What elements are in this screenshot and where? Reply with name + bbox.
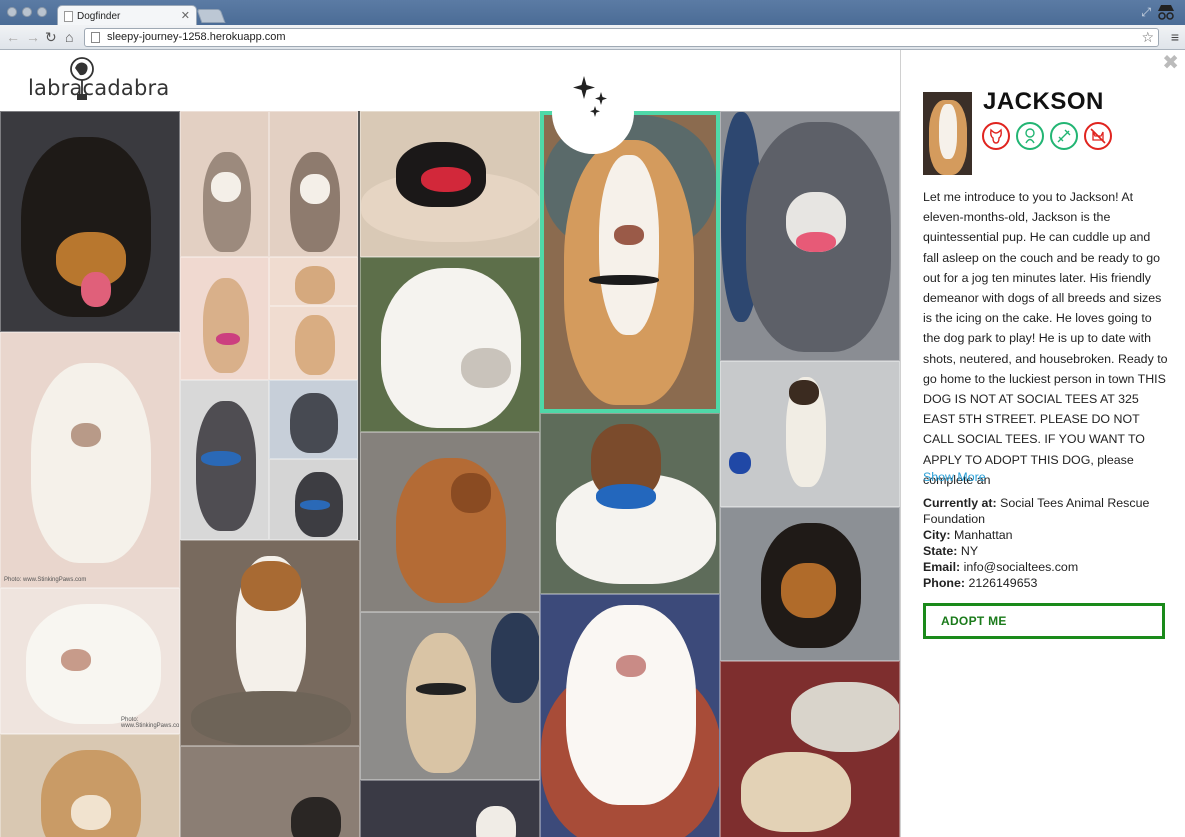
dog-photo-tile[interactable] (269, 257, 358, 306)
house-trained-icon (1050, 122, 1078, 150)
dog-photo-tile[interactable]: Photo: www.StinkingPaws.com (0, 332, 180, 588)
dog-photo-tile[interactable] (720, 661, 900, 837)
close-window-button[interactable] (7, 7, 17, 17)
tab-strip: Dogfinder ✕ ⤢ (0, 0, 1185, 26)
home-button[interactable]: ⌂ (65, 29, 73, 45)
city-value: Manhattan (954, 528, 1013, 542)
close-panel-icon[interactable]: ✖ (1162, 53, 1179, 73)
dog-photo-tile[interactable] (720, 361, 900, 507)
sparkle-icon (573, 76, 607, 117)
dog-photo-tile[interactable] (269, 380, 358, 459)
email-value[interactable]: info@socialtees.com (964, 560, 1079, 574)
dog-description: Let me introduce to you to Jackson! At e… (923, 190, 1168, 487)
show-more-link[interactable]: Show More (923, 470, 986, 484)
dog-photo-tile[interactable] (0, 111, 180, 332)
city-label: City: (923, 528, 951, 542)
dog-contact-info: Currently at: Social Tees Animal Rescue … (923, 495, 1173, 591)
minimize-window-button[interactable] (22, 7, 32, 17)
state-label: State: (923, 544, 958, 558)
tab-dogfinder[interactable]: Dogfinder ✕ (57, 5, 197, 26)
page: labracadabra Photo: www.StinkingPaws.com… (0, 50, 1185, 837)
phone-row: Phone: 2126149653 (923, 575, 1173, 591)
tab-title: Dogfinder (77, 11, 121, 22)
shuffle-sparkle-button[interactable] (552, 72, 634, 154)
site-header: labracadabra (0, 50, 900, 111)
adopt-me-button[interactable]: ADOPT ME (923, 603, 1165, 639)
photo-credit: Photo: www.StinkingPaws.com (4, 577, 87, 583)
state-row: State: NY (923, 543, 1173, 559)
zoom-window-button[interactable] (37, 7, 47, 17)
dog-photo-tile[interactable] (180, 380, 269, 540)
page-icon (64, 11, 73, 22)
dog-photo-tile[interactable] (360, 780, 540, 837)
dog-photo-tile[interactable] (180, 257, 269, 380)
dog-photo-tile[interactable] (540, 594, 720, 837)
incognito-icon (1158, 5, 1174, 20)
email-row: Email: info@socialtees.com (923, 559, 1173, 575)
no-cats-icon (1084, 122, 1112, 150)
state-value: NY (960, 544, 979, 558)
phone-value[interactable]: 2126149653 (968, 576, 1037, 590)
phone-label: Phone: (923, 576, 965, 590)
close-tab-icon[interactable]: ✕ (181, 9, 190, 22)
dog-photo-tile[interactable] (720, 507, 900, 661)
location-row: Currently at: Social Tees Animal Rescue … (923, 495, 1173, 527)
browser-chrome: Dogfinder ✕ ⤢ ← → ↻ ⌂ sleepy-journey-125… (0, 0, 1185, 50)
dog-photo-tile[interactable] (0, 734, 180, 837)
forward-button[interactable]: → (26, 29, 40, 45)
fullscreen-icon[interactable]: ⤢ (1141, 5, 1151, 20)
back-button[interactable]: ← (6, 29, 20, 45)
dog-detail-panel: ✖ JACKSON Let me introduce to you to Jac… (900, 50, 1185, 837)
dog-photo-tile[interactable] (360, 111, 540, 257)
dog-photo-tile[interactable] (540, 413, 720, 594)
dog-thumbnail[interactable] (923, 92, 972, 175)
bookmark-star-icon[interactable]: ☆ (1141, 29, 1154, 46)
photo-credit: Photo: www.StinkingPaws.com (121, 717, 180, 729)
site-logo[interactable]: labracadabra (28, 76, 169, 100)
dog-photo-tile[interactable] (269, 306, 358, 380)
reload-button[interactable]: ↻ (45, 29, 57, 45)
address-bar[interactable]: sleepy-journey-1258.herokuapp.com ☆ (84, 28, 1159, 47)
dog-photo-tile[interactable] (269, 111, 358, 257)
city-row: City: Manhattan (923, 527, 1173, 543)
dog-photo-tile[interactable] (180, 111, 269, 257)
url-text: sleepy-journey-1258.herokuapp.com (107, 31, 286, 43)
dog-photo-tile[interactable] (180, 746, 360, 837)
dog-photo-tile[interactable]: Photo: www.StinkingPaws.com (0, 588, 180, 734)
dog-photo-tile[interactable] (360, 612, 540, 780)
dog-photo-tile[interactable] (360, 257, 540, 432)
dog-photo-tile[interactable] (180, 540, 360, 746)
dog-name: JACKSON (983, 88, 1104, 115)
kid-friendly-icon (1016, 122, 1044, 150)
browser-toolbar: ← → ↻ ⌂ sleepy-journey-1258.herokuapp.co… (0, 25, 1185, 50)
location-label: Currently at: (923, 496, 997, 510)
dog-friendly-icon (982, 122, 1010, 150)
email-label: Email: (923, 560, 961, 574)
menu-icon[interactable]: ≡ (1171, 29, 1179, 45)
page-icon (91, 32, 100, 43)
dog-photo-tile[interactable] (360, 432, 540, 612)
new-tab-button[interactable] (196, 9, 226, 23)
dog-photo-tile[interactable] (269, 459, 358, 540)
dog-photo-tile-selected[interactable] (540, 111, 720, 413)
dog-photo-grid: Photo: www.StinkingPaws.com Photo: www.S… (0, 111, 900, 837)
dog-photo-tile[interactable] (720, 111, 900, 361)
